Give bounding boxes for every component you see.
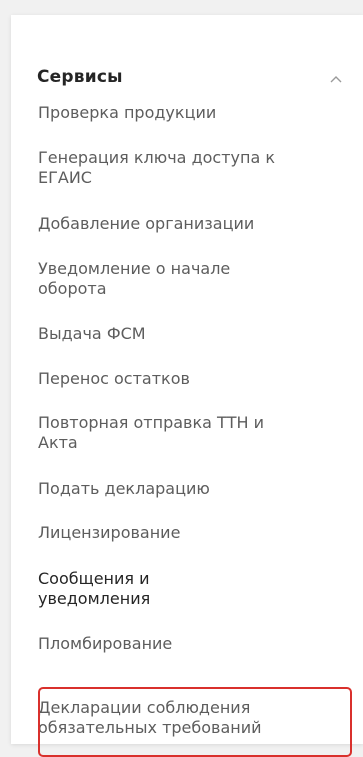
menu-item-label: Уведомление о начале оборота <box>38 259 231 298</box>
menu-item-add-organization[interactable]: Добавление организации <box>38 214 308 234</box>
menu-item-messages-notifications[interactable]: Сообщения и уведомления <box>38 569 238 609</box>
menu-item-label: Подать декларацию <box>38 479 210 498</box>
menu-item-label: Декларации соблюдения обязательных требо… <box>38 698 262 737</box>
menu-item-stock-transfer[interactable]: Перенос остатков <box>38 369 308 389</box>
menu-item-egais-key-generation[interactable]: Генерация ключа доступа к ЕГАИС <box>38 148 303 188</box>
menu-item-turnover-start-notice[interactable]: Уведомление о начале оборота <box>38 259 278 299</box>
services-sidebar: Сервисы Проверка продукции Генерация клю… <box>11 15 363 757</box>
chevron-up-icon[interactable] <box>330 76 342 83</box>
menu-item-compliance-declarations[interactable]: Декларации соблюдения обязательных требо… <box>38 698 328 738</box>
menu-item-label: Проверка продукции <box>38 103 217 122</box>
section-title: Сервисы <box>37 67 123 87</box>
menu-item-fsm-issue[interactable]: Выдача ФСМ <box>38 324 308 344</box>
menu-item-label: Добавление организации <box>38 214 255 233</box>
menu-item-submit-declaration[interactable]: Подать декларацию <box>38 479 308 499</box>
menu-item-label: Сообщения и уведомления <box>38 569 151 608</box>
menu-item-licensing[interactable]: Лицензирование <box>38 523 308 543</box>
services-section-header[interactable]: Сервисы <box>11 15 363 105</box>
menu-item-label: Пломбирование <box>38 634 173 653</box>
menu-item-label: Выдача ФСМ <box>38 324 146 343</box>
menu-item-product-check[interactable]: Проверка продукции <box>38 103 308 123</box>
menu-item-resend-ttn-act[interactable]: Повторная отправка ТТН и Акта <box>38 413 288 453</box>
menu-item-sealing[interactable]: Пломбирование <box>38 634 308 654</box>
menu-item-label: Лицензирование <box>38 523 181 542</box>
menu-item-label: Генерация ключа доступа к ЕГАИС <box>38 148 276 187</box>
menu-item-label: Повторная отправка ТТН и Акта <box>38 413 265 452</box>
menu-item-label: Перенос остатков <box>38 369 190 388</box>
